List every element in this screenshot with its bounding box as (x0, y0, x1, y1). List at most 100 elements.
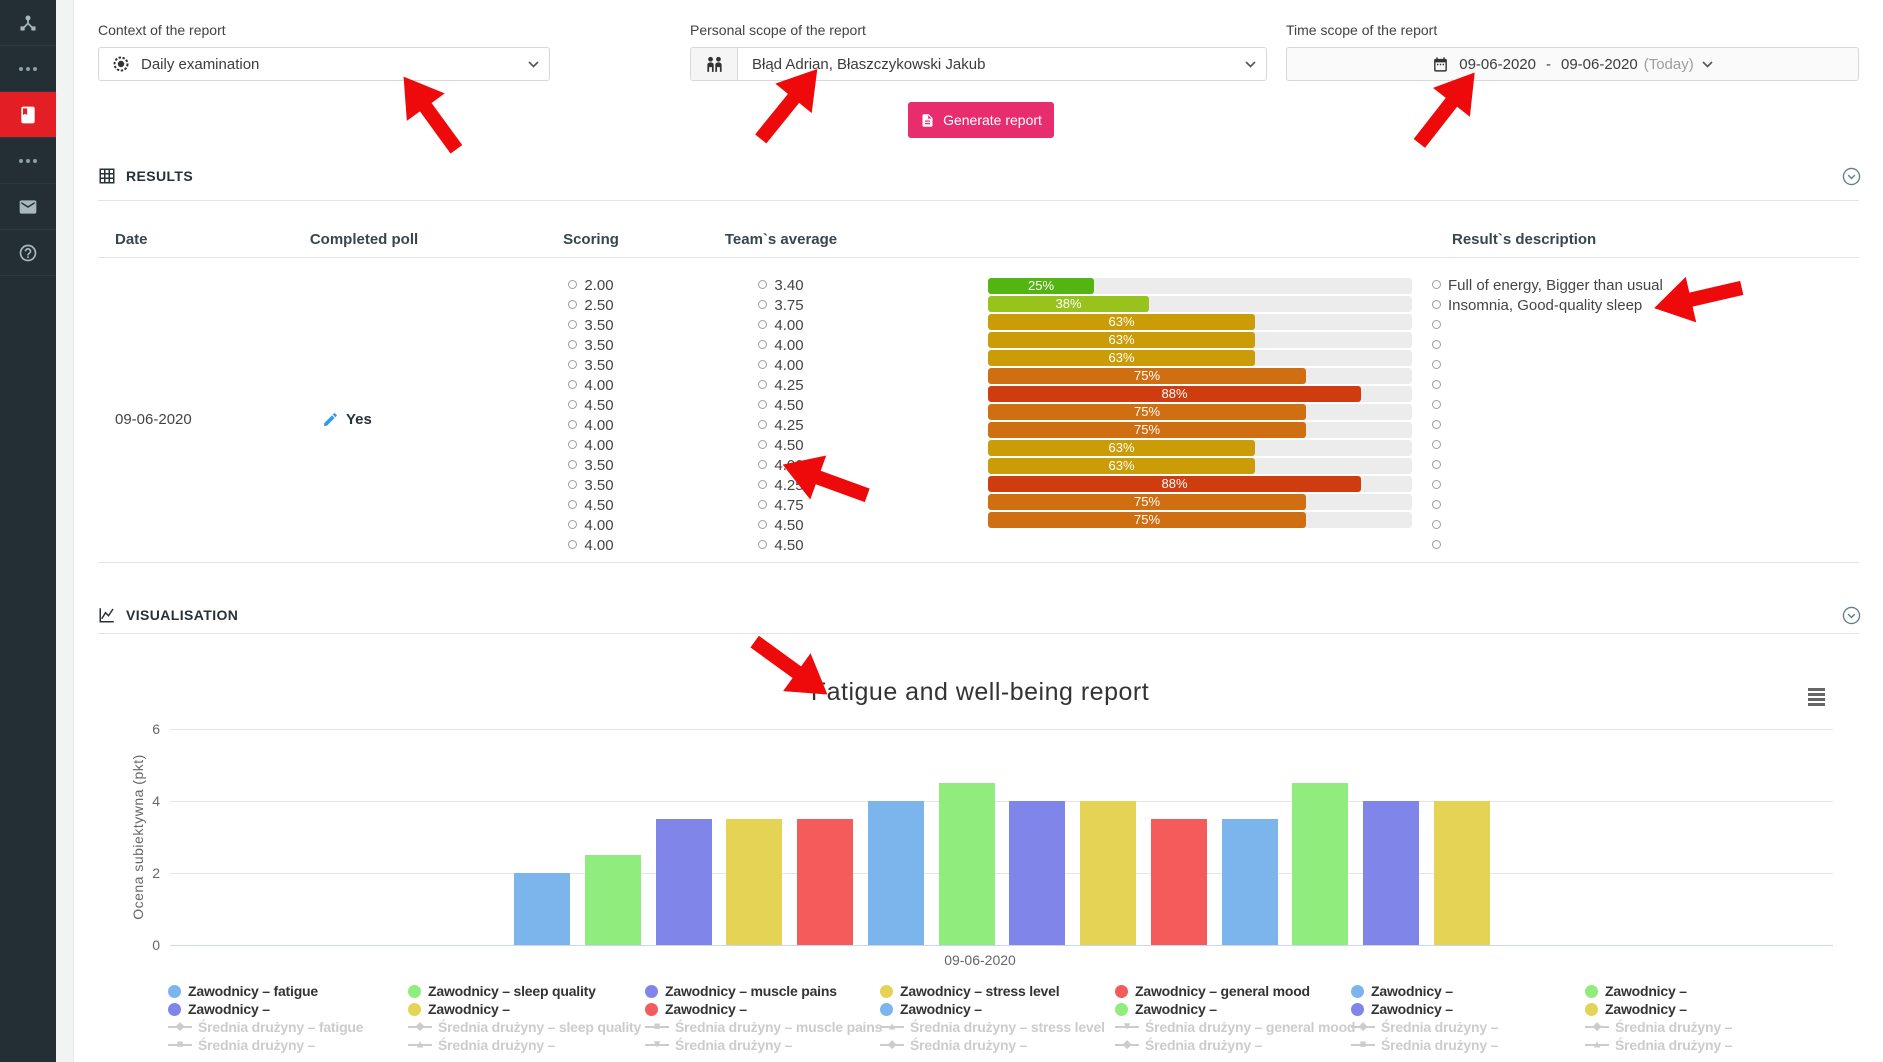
chart-bar (1292, 783, 1348, 945)
legend-item[interactable]: ▲ Średnia drużyny – (408, 1036, 641, 1054)
sidebar-item-hierarchy[interactable] (0, 0, 56, 46)
legend-item[interactable]: ◆Średnia drużyny – sleep quality (408, 1018, 641, 1036)
legend-label: Zawodnicy – (188, 1000, 270, 1018)
legend-line-marker: ◆ (1585, 1026, 1609, 1028)
legend-label: Średnia drużyny – (1145, 1036, 1262, 1054)
report-page: Context of the report Daily examination … (0, 0, 1883, 1062)
result-bar-fill: 75% (988, 404, 1306, 420)
legend-item[interactable]: Zawodnicy – (168, 1000, 363, 1018)
results-collapse-button[interactable] (1842, 167, 1861, 191)
legend-label: Zawodnicy – (900, 1000, 982, 1018)
legend-item[interactable]: Zawodnicy – sleep quality (408, 982, 641, 1000)
result-bar-fill: 88% (988, 476, 1361, 492)
legend-label: Średnia drużyny – general mood (1145, 1018, 1355, 1036)
legend-item[interactable]: Zawodnicy – (408, 1000, 641, 1018)
team-average-value: 4.50 (690, 436, 872, 456)
legend-item[interactable]: ◆ Średnia drużyny – fatigue (168, 1018, 363, 1036)
chart-bar (939, 783, 995, 945)
legend-item[interactable]: Zawodnicy – (1585, 1000, 1732, 1018)
legend-label: Zawodnicy – sleep quality (428, 982, 596, 1000)
context-select[interactable]: Daily examination (98, 47, 550, 81)
legend-column: Zawodnicy –Zawodnicy –◆Średnia drużyny –… (1585, 982, 1732, 1054)
legend-item[interactable]: ▼Średnia drużyny – (645, 1036, 882, 1054)
legend-line-marker: ◆ (168, 1026, 192, 1028)
legend-item[interactable]: ▲Średnia drużyny – (1585, 1036, 1732, 1054)
team-average-value: 4.00 (690, 356, 872, 376)
result-description (1432, 476, 1872, 496)
row-date: 09-06-2020 (115, 411, 192, 428)
legend-item[interactable]: ■Średnia drużyny – (168, 1036, 363, 1054)
legend-item[interactable]: Zawodnicy – (1585, 982, 1732, 1000)
legend-item[interactable]: Zawodnicy – fatigue (168, 982, 363, 1000)
legend-label: Średnia drużyny – (438, 1036, 555, 1054)
ellipsis-icon (19, 67, 37, 71)
sidebar-item-more-bottom[interactable] (0, 138, 56, 184)
chart-bar (1222, 819, 1278, 945)
legend-item[interactable]: ◆Średnia drużyny – (1115, 1036, 1355, 1054)
scoring-value: 3.50 (500, 336, 682, 356)
legend-line-marker: ▲ (880, 1026, 904, 1028)
sidebar-item-help[interactable] (0, 230, 56, 276)
scoring-value: 2.00 (500, 276, 682, 296)
time-range-picker[interactable]: 09-06-2020 - 09-06-2020 (Today) (1286, 47, 1859, 81)
legend-item[interactable]: ◆Średnia drużyny – (880, 1036, 1105, 1054)
legend-label: Średnia drużyny – (1381, 1036, 1498, 1054)
chevron-down-icon (528, 61, 539, 68)
legend-item[interactable]: ◆Średnia drużyny – (1351, 1018, 1498, 1036)
chart-gridline (170, 873, 1833, 874)
sidebar-item-more-top[interactable] (0, 46, 56, 92)
legend-item[interactable]: Zawodnicy – (1351, 1000, 1498, 1018)
legend-line-marker: ■ (168, 1044, 192, 1046)
legend-item[interactable]: ■ Średnia drużyny – (1351, 1036, 1498, 1054)
team-average-value: 4.50 (690, 396, 872, 416)
result-bar-fill: 63% (988, 458, 1255, 474)
sidebar-item-mail[interactable] (0, 184, 56, 230)
legend-item[interactable]: ■Średnia drużyny – muscle pains (645, 1018, 882, 1036)
legend-label: Średnia drużyny – sleep quality (438, 1018, 641, 1036)
legend-dot-marker (1351, 1003, 1364, 1016)
results-section-title: RESULTS (126, 168, 193, 184)
legend-line-marker: ▲ (408, 1044, 432, 1046)
completed-poll-cell[interactable]: Yes (322, 276, 372, 562)
scoring-column: 2.002.503.503.503.504.004.504.004.003.50… (500, 276, 682, 556)
legend-label: Średnia drużyny – (675, 1036, 792, 1054)
legend-label: Średnia drużyny – stress level (910, 1018, 1105, 1036)
chart-menu-icon[interactable] (1808, 688, 1825, 708)
date-separator: - (1546, 56, 1551, 73)
context-label: Context of the report (98, 22, 226, 38)
team-average-value: 3.40 (690, 276, 872, 296)
result-bar-track: 88% (988, 386, 1412, 402)
legend-column: Zawodnicy – muscle painsZawodnicy –■Śred… (645, 982, 882, 1054)
visualisation-collapse-button[interactable] (1842, 606, 1861, 630)
legend-item[interactable]: Zawodnicy – (1115, 1000, 1355, 1018)
legend-line-marker: ▲ (1585, 1044, 1609, 1046)
result-bar-track: 75% (988, 494, 1412, 510)
legend-dot-marker (880, 1003, 893, 1016)
chart-bar (1009, 801, 1065, 945)
result-description (1432, 416, 1872, 436)
legend-dot-marker (645, 1003, 658, 1016)
legend-item[interactable]: ▼Średnia drużyny – general mood (1115, 1018, 1355, 1036)
chart-bar (656, 819, 712, 945)
legend-item[interactable]: Zawodnicy – (880, 1000, 1105, 1018)
legend-line-marker: ■ (1351, 1044, 1375, 1046)
generate-report-button[interactable]: Generate report (908, 102, 1054, 138)
description-column: Full of energy, Bigger than usualInsomni… (1432, 276, 1872, 556)
legend-item[interactable]: Zawodnicy – (645, 1000, 882, 1018)
legend-item[interactable]: Zawodnicy – general mood (1115, 982, 1355, 1000)
chart-gridline (170, 729, 1833, 730)
result-bar-fill: 63% (988, 350, 1255, 366)
legend-item[interactable]: ▲ Średnia drużyny – stress level (880, 1018, 1105, 1036)
chart-y-axis-label: Ocena subiektywna (pkt) (130, 754, 146, 920)
sidebar-item-reports[interactable] (0, 92, 56, 138)
legend-label: Zawodnicy – (428, 1000, 510, 1018)
scoring-value: 3.50 (500, 476, 682, 496)
legend-item[interactable]: ◆Średnia drużyny – (1585, 1018, 1732, 1036)
legend-item[interactable]: Zawodnicy – muscle pains (645, 982, 882, 1000)
legend-label: Średnia drużyny – fatigue (198, 1018, 363, 1036)
table-grid-icon (98, 167, 116, 185)
legend-item[interactable]: Zawodnicy – stress level (880, 982, 1105, 1000)
result-bar-fill: 25% (988, 278, 1094, 294)
team-average-value: 4.25 (690, 376, 872, 396)
legend-item[interactable]: Zawodnicy – (1351, 982, 1498, 1000)
